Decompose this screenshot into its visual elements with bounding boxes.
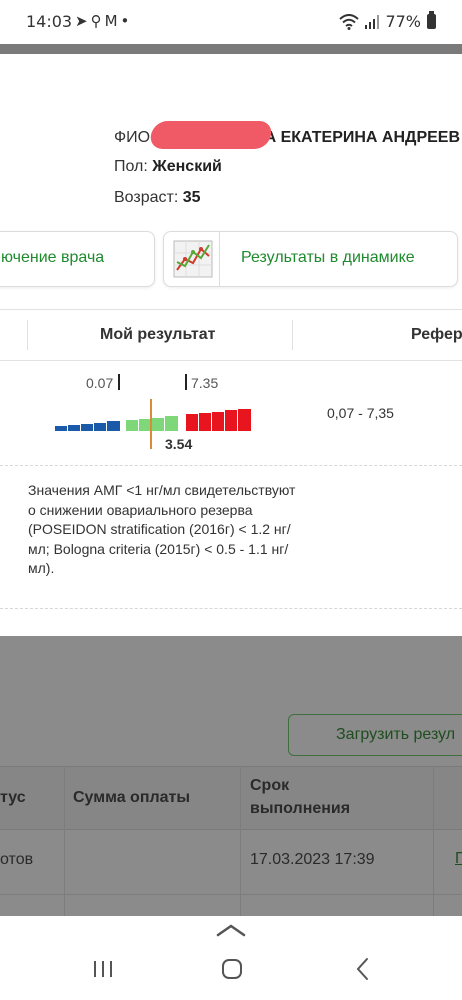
scale-bar-high (186, 414, 198, 431)
chevron-up-icon[interactable] (216, 923, 246, 937)
result-marker (150, 399, 152, 449)
header-deadline-line2: выполнения (250, 800, 351, 817)
reference-range-value: 0,07 - 7,35 (327, 405, 394, 421)
search-icon: ⚲ (90, 12, 105, 30)
status-notification-icons: ➤⚲M• (75, 12, 132, 30)
battery-icon (427, 11, 436, 29)
result-note: Значения АМГ <1 нг/мл свидетельствуют о … (28, 482, 296, 576)
dynamics-label: Результаты в динамике (241, 249, 415, 266)
gmail-icon: M (104, 12, 121, 30)
home-icon[interactable] (212, 954, 252, 984)
row-separator (0, 608, 462, 609)
my-result-header: Мой результат (100, 326, 216, 343)
dynamics-card[interactable]: Результаты в динамике (163, 231, 458, 287)
column-divider (292, 320, 293, 350)
result-sheet: ФИО: А ЕКАТЕРИНА АНДРЕЕВ Пол: Женский Воз… (0, 54, 462, 636)
scale-bar-low (68, 425, 80, 431)
scale-low-label: 0.07 (86, 375, 114, 391)
redaction-mark (148, 121, 274, 149)
scale-bar-low (94, 423, 106, 431)
scale-high-label: 7.35 (191, 375, 219, 391)
scale-bar-normal (126, 420, 138, 431)
scale-bar-normal (165, 416, 178, 431)
scale-bar-low (81, 424, 93, 431)
status-right: 77% (339, 11, 436, 31)
row-separator (0, 465, 462, 466)
battery-percent: 77% (385, 12, 421, 31)
patient-sex-row: Пол: Женский (114, 158, 222, 176)
telegram-icon: ➤ (75, 12, 91, 30)
header-deadline-line1: Срок (250, 777, 290, 794)
dot-icon: • (120, 12, 133, 30)
scale-bar-high (225, 410, 237, 431)
orders-table-header (0, 766, 462, 830)
recent-apps-icon[interactable] (83, 954, 123, 984)
wifi-icon (339, 13, 360, 30)
back-icon[interactable] (343, 954, 383, 984)
scale-bar-low (107, 421, 120, 431)
doctor-conclusion-label: ючение врача (1, 249, 105, 266)
scale-low-tick (118, 374, 120, 390)
row-status: отов (0, 851, 34, 868)
row-action-link[interactable]: П (455, 850, 462, 868)
age-label: Возраст: (114, 189, 179, 206)
upload-results-button[interactable]: Загрузить резул (288, 714, 462, 756)
result-value: 3.54 (165, 436, 193, 452)
scale-bar-high (212, 412, 224, 431)
column-divider (27, 320, 28, 350)
fio-label: ФИО: (114, 129, 155, 147)
sex-value: Женский (152, 158, 222, 175)
bottom-navigation (0, 916, 462, 1000)
table-row-border (0, 894, 462, 895)
header-payment: Сумма оплаты (73, 789, 191, 806)
scale-bar-high (238, 409, 251, 431)
scale-high-tick (185, 374, 187, 390)
upload-results-label: Загрузить резул (336, 726, 456, 743)
signal-icon (365, 14, 380, 29)
table-header-border (0, 360, 462, 361)
row-deadline: 17.03.2023 17:39 (250, 851, 375, 868)
status-bar: 14:03 ➤⚲M• 77% (0, 0, 462, 44)
dimmed-background: Загрузить резул тус Сумма оплаты Срок вы… (0, 636, 462, 916)
patient-name-row: ФИО: А ЕКАТЕРИНА АНДРЕЕВ (114, 121, 461, 149)
scale-bar-high (199, 413, 211, 431)
patient-age-row: Возраст: 35 (114, 189, 201, 207)
scale-bar-normal (152, 418, 164, 431)
sex-label: Пол: (114, 158, 148, 175)
status-time: 14:03 (26, 12, 73, 31)
chart-icon (164, 232, 220, 286)
reference-header: Рефер (411, 326, 462, 343)
table-top-border (0, 309, 462, 310)
header-status: тус (0, 789, 26, 806)
age-value: 35 (182, 189, 201, 206)
doctor-conclusion-card[interactable]: ючение врача (0, 231, 155, 287)
fio-value: А ЕКАТЕРИНА АНДРЕЕВ (264, 129, 461, 147)
overlay-top (0, 44, 462, 54)
scale-bar-low (55, 426, 67, 431)
